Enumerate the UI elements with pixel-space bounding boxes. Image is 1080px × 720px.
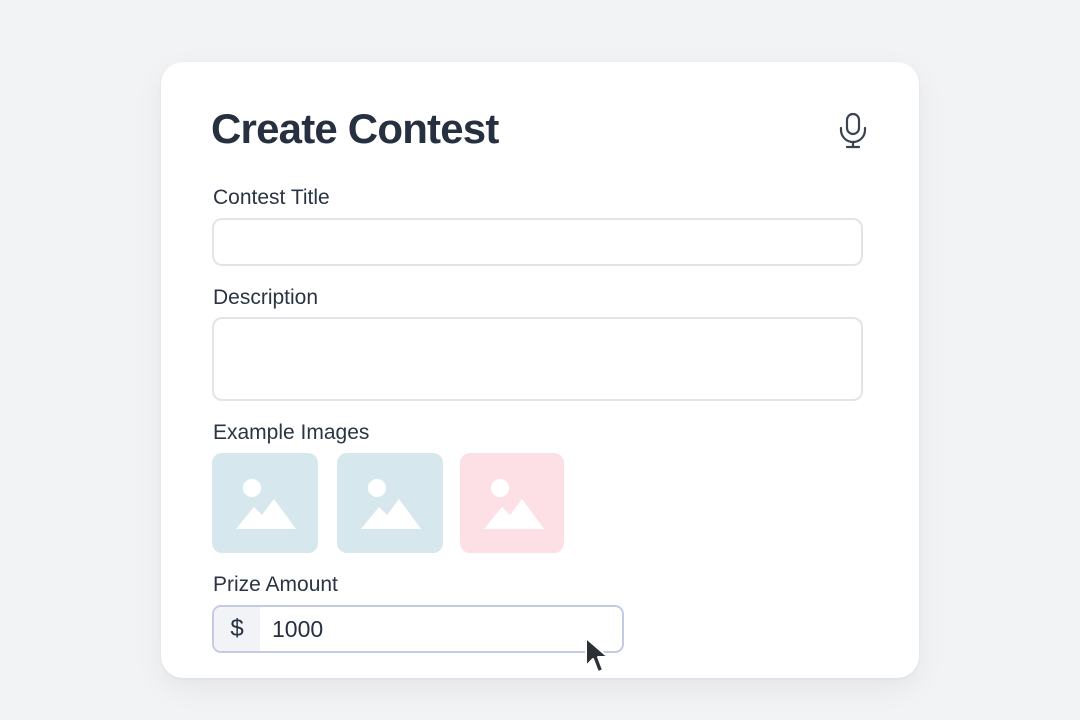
example-image-2[interactable] <box>337 453 443 553</box>
currency-prefix: $ <box>214 607 260 651</box>
image-placeholder-icon <box>484 479 544 529</box>
contest-title-label: Contest Title <box>213 186 330 209</box>
image-placeholder-icon <box>236 479 296 529</box>
prize-amount-label: Prize Amount <box>213 573 338 596</box>
page-title: Create Contest <box>211 105 499 152</box>
mouse-pointer-icon <box>585 637 609 673</box>
example-image-1[interactable] <box>212 453 318 553</box>
example-image-3[interactable] <box>460 453 564 553</box>
microphone-icon[interactable] <box>837 112 869 150</box>
description-textarea[interactable] <box>212 317 863 401</box>
example-images-label: Example Images <box>213 421 370 444</box>
prize-amount-input[interactable] <box>260 607 620 651</box>
contest-title-input[interactable] <box>212 218 863 266</box>
prize-amount-field: $ <box>212 605 624 653</box>
image-placeholder-icon <box>361 479 421 529</box>
create-contest-card: Create Contest Contest Title Description… <box>161 62 919 678</box>
description-label: Description <box>213 286 319 309</box>
